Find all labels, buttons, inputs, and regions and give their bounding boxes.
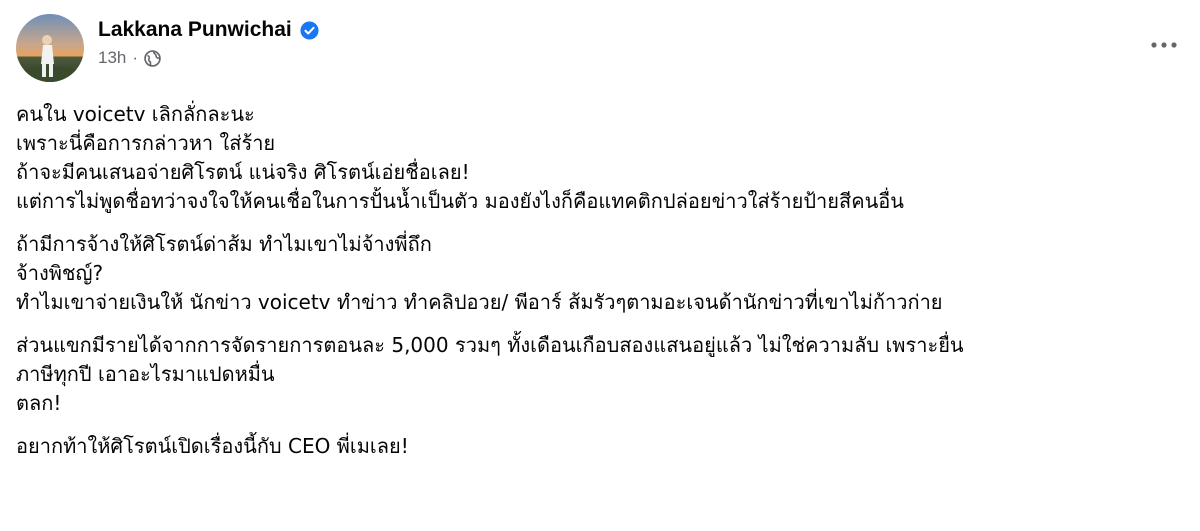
post-text-line: จ้างพิชญ์? xyxy=(16,261,104,285)
post-text-line: ทำไมเขาจ่ายเงินให้ นักข่าว voicetv ทำข่า… xyxy=(16,290,943,314)
post-body: คนใน voicetv เลิกลั่กละนะ เพราะนี่คือการ… xyxy=(16,100,1184,475)
author-row: Lakkana Punwichai xyxy=(98,18,319,42)
post-paragraph: ส่วนแขกมีรายได้จากการจัดรายการตอนละ 5,00… xyxy=(16,331,1184,418)
avatar[interactable] xyxy=(16,14,84,82)
author-name[interactable]: Lakkana Punwichai xyxy=(98,18,292,42)
post-subline: 13h · xyxy=(98,48,319,68)
more-horizontal-icon xyxy=(1151,42,1177,48)
post-text-line: คนใน voicetv เลิกลั่กละนะ xyxy=(16,102,255,126)
post-paragraph: อยากท้าให้ศิโรตน์เปิดเรื่องนี้กับ CEO พี… xyxy=(16,432,1184,461)
post-paragraph: คนใน voicetv เลิกลั่กละนะ เพราะนี่คือการ… xyxy=(16,100,1184,216)
separator-dot: · xyxy=(132,48,139,67)
more-options-button[interactable] xyxy=(1146,30,1182,60)
verified-badge-icon xyxy=(300,20,319,40)
post-text-line: อยากท้าให้ศิโรตน์เปิดเรื่องนี้กับ CEO พี… xyxy=(16,434,409,458)
post-text-line: เพราะนี่คือการกล่าวหา ใส่ร้าย xyxy=(16,131,276,155)
post-text-line: ถ้ามีการจ้างให้ศิโรตน์ด่าส้ม ทำไมเขาไม่จ… xyxy=(16,232,432,256)
post-text-line: ตลก! xyxy=(16,391,62,415)
avatar-image xyxy=(16,14,84,82)
post-text-line: ถ้าจะมีคนเสนอจ่ายศิโรตน์ แน่จริง ศิโรตน์… xyxy=(16,160,470,184)
post-timestamp[interactable]: 13h xyxy=(98,48,126,68)
post-text-line: ภาษีทุกปี เอาอะไรมาแปดหมื่น xyxy=(16,362,275,386)
post-text-line: ส่วนแขกมีรายได้จากการจัดรายการตอนละ 5,00… xyxy=(16,333,964,357)
post-header: Lakkana Punwichai 13h · xyxy=(16,14,319,82)
facebook-post: Lakkana Punwichai 13h · คนใน voicetv เลิ… xyxy=(0,0,1200,531)
globe-icon[interactable] xyxy=(144,49,161,67)
post-paragraph: ถ้ามีการจ้างให้ศิโรตน์ด่าส้ม ทำไมเขาไม่จ… xyxy=(16,230,1184,317)
post-text-line: แต่การไม่พูดชื่อทว่าจงใจให้คนเชื่อในการป… xyxy=(16,189,904,213)
post-meta: Lakkana Punwichai 13h · xyxy=(98,18,319,68)
